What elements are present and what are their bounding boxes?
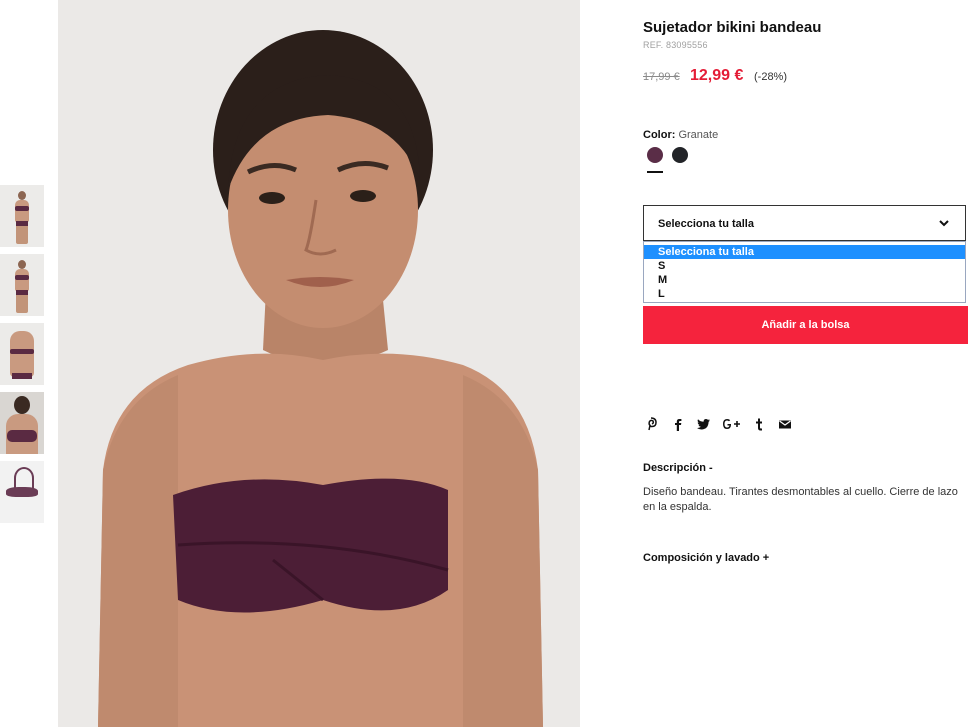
thumbnail-3[interactable]: [0, 323, 44, 385]
sale-price: 12,99 €: [690, 67, 744, 84]
thumbnail-figure: [15, 200, 29, 222]
size-option[interactable]: S: [644, 259, 965, 273]
email-icon[interactable]: [777, 416, 793, 432]
thumbnail-figure: [14, 396, 30, 414]
thumbnail-figure: [16, 290, 28, 295]
product-reference: REF. 83095556: [643, 40, 708, 50]
description-toggle[interactable]: Descripción -: [643, 462, 713, 474]
thumbnail-4[interactable]: [0, 392, 44, 454]
selected-swatch-indicator: [647, 171, 663, 173]
color-swatch-granate[interactable]: [647, 147, 663, 163]
size-option[interactable]: L: [644, 287, 965, 301]
thumbnail-5[interactable]: [0, 461, 44, 523]
old-price: 17,99 €: [643, 71, 680, 83]
thumbnail-figure: [15, 269, 29, 291]
thumbnail-figure: [15, 206, 29, 211]
size-select-value: Selecciona tu talla: [658, 218, 754, 230]
thumbnail-figure: [15, 275, 29, 280]
thumbnail-figure: [10, 349, 34, 354]
description-text: Diseño bandeau. Tirantes desmontables al…: [643, 486, 958, 513]
social-share-bar: [643, 416, 803, 432]
size-select[interactable]: Selecciona tu talla: [643, 205, 966, 241]
pinterest-icon[interactable]: [643, 416, 659, 432]
google-plus-icon[interactable]: [721, 416, 741, 432]
thumbnail-figure: [6, 487, 38, 497]
chevron-down-icon: [939, 220, 949, 227]
thumbnail-figure: [18, 191, 26, 200]
color-label-title: Color:: [643, 129, 676, 141]
thumbnail-figure: [7, 430, 37, 442]
model-illustration: [58, 0, 580, 727]
size-option[interactable]: M: [644, 273, 965, 287]
composition-toggle[interactable]: Composición y lavado +: [643, 552, 769, 564]
twitter-icon[interactable]: [695, 416, 711, 432]
thumbnail-figure: [18, 260, 26, 269]
thumbnail-1[interactable]: [0, 185, 44, 247]
thumbnail-2[interactable]: [0, 254, 44, 316]
thumbnail-gallery: [0, 185, 44, 530]
main-product-image[interactable]: [58, 0, 580, 727]
tumblr-icon[interactable]: [751, 416, 767, 432]
size-option[interactable]: Selecciona tu talla: [644, 245, 965, 259]
add-to-bag-button[interactable]: Añadir a la bolsa: [643, 306, 968, 344]
thumbnail-figure: [10, 331, 34, 377]
color-value: Granate: [678, 129, 719, 141]
product-title: Sujetador bikini bandeau: [643, 19, 822, 36]
size-dropdown-list: Selecciona tu talla S M L: [643, 241, 966, 303]
thumbnail-figure: [12, 373, 32, 379]
thumbnail-figure: [16, 221, 28, 226]
thumbnail-figure: [14, 467, 34, 489]
facebook-icon[interactable]: [669, 416, 685, 432]
color-label: Color: Granate: [643, 129, 718, 141]
color-swatch-negro[interactable]: [672, 147, 688, 163]
discount-badge: (-28%): [754, 71, 788, 83]
